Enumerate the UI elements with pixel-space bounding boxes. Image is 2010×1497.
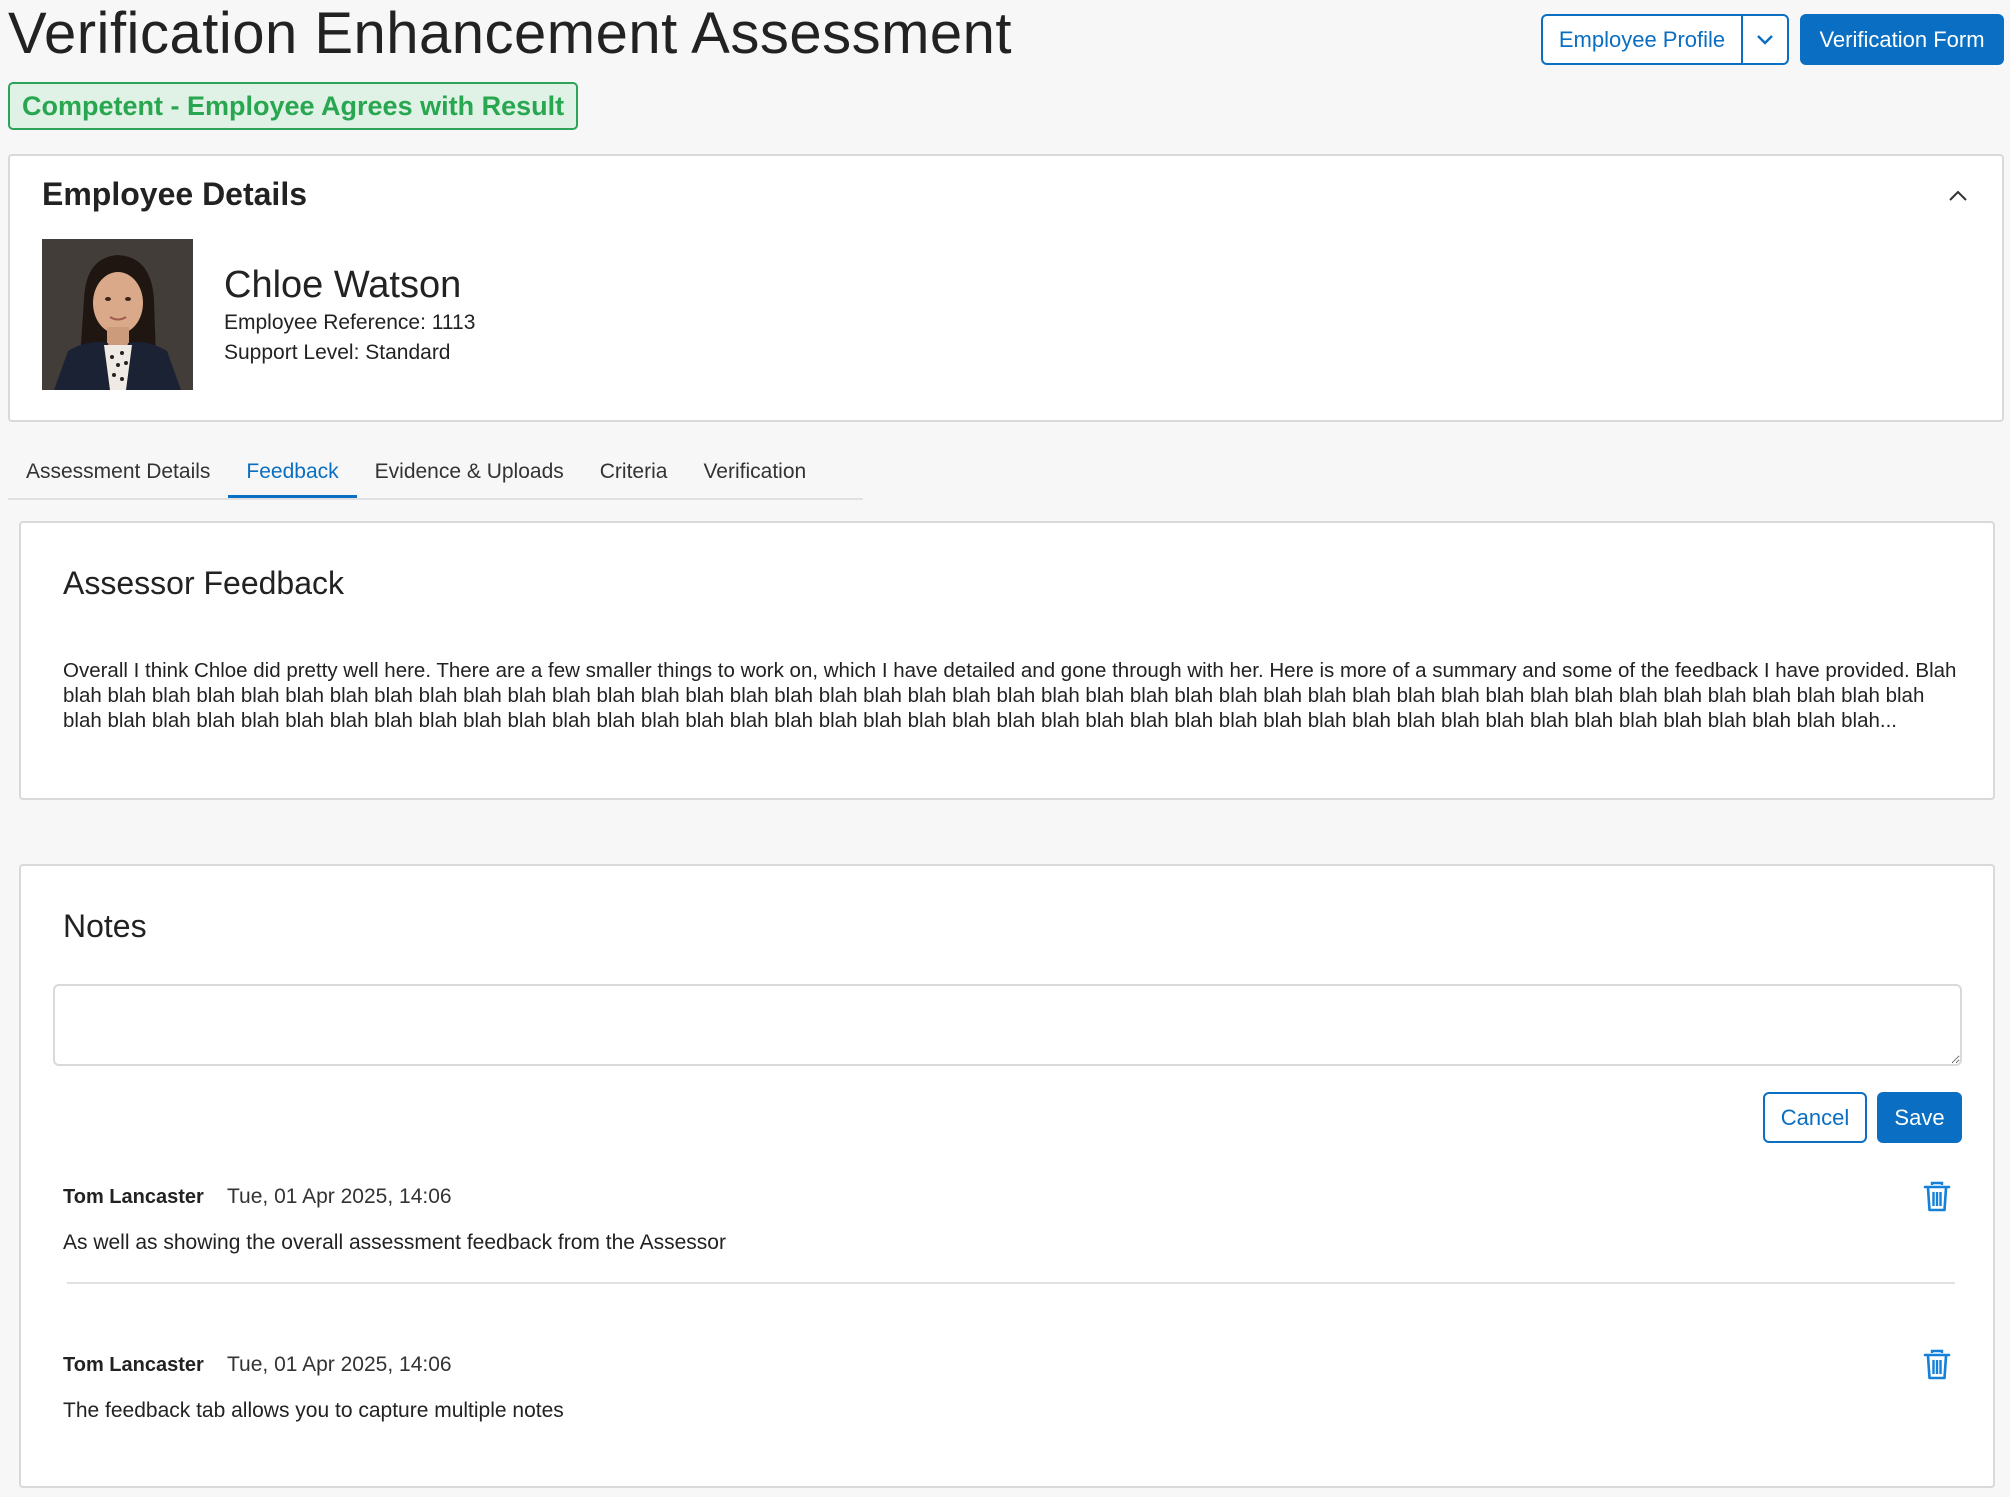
notes-title: Notes	[63, 908, 147, 944]
note-divider	[67, 1282, 1955, 1284]
note-author: Tom Lancaster	[63, 1186, 204, 1208]
cancel-button[interactable]: Cancel	[1763, 1092, 1867, 1143]
employee-reference: Employee Reference: 1113	[224, 311, 476, 334]
save-button[interactable]: Save	[1877, 1092, 1962, 1143]
chevron-down-icon	[1757, 34, 1773, 45]
assessor-feedback-text: Overall I think Chloe did pretty well he…	[63, 659, 1957, 732]
delete-note-button[interactable]	[1921, 1180, 1953, 1214]
notes-input[interactable]	[53, 984, 1962, 1066]
tab-criteria[interactable]: Criteria	[582, 448, 686, 498]
employee-profile-button[interactable]: Employee Profile	[1543, 16, 1743, 63]
employee-name: Chloe Watson	[224, 264, 462, 306]
verification-form-button[interactable]: Verification Form	[1800, 14, 2004, 65]
tab-feedback[interactable]: Feedback	[228, 448, 357, 498]
avatar	[42, 239, 193, 390]
employee-support-level: Support Level: Standard	[224, 341, 451, 364]
collapse-section-button[interactable]	[1944, 182, 1972, 210]
tab-bar: Assessment Details Feedback Evidence & U…	[8, 448, 863, 500]
notes-card: Notes Cancel Save Tom Lancaster Tue, 01 …	[19, 864, 1995, 1488]
employee-details-card: Employee Details Chloe Watson Employee R…	[8, 154, 2004, 422]
trash-icon	[1923, 1349, 1951, 1380]
assessor-feedback-title: Assessor Feedback	[63, 565, 345, 601]
employee-profile-split-button[interactable]: Employee Profile	[1541, 14, 1789, 65]
employee-details-title: Employee Details	[42, 176, 307, 212]
assessor-feedback-card: Assessor Feedback Overall I think Chloe …	[19, 521, 1995, 800]
delete-note-button[interactable]	[1921, 1348, 1953, 1382]
note-timestamp: Tue, 01 Apr 2025, 14:06	[227, 1185, 452, 1208]
tab-evidence-uploads[interactable]: Evidence & Uploads	[357, 448, 582, 498]
note-timestamp: Tue, 01 Apr 2025, 14:06	[227, 1353, 452, 1376]
employee-profile-dropdown-toggle[interactable]	[1743, 16, 1787, 63]
employee-photo	[42, 239, 193, 390]
note-body: As well as showing the overall assessmen…	[63, 1231, 726, 1254]
page-title: Verification Enhancement Assessment	[8, 1, 1013, 66]
note-body: The feedback tab allows you to capture m…	[63, 1399, 564, 1422]
trash-icon	[1923, 1181, 1951, 1212]
note-author: Tom Lancaster	[63, 1354, 204, 1376]
tab-assessment-details[interactable]: Assessment Details	[8, 448, 228, 498]
status-badge: Competent - Employee Agrees with Result	[8, 82, 579, 130]
tab-verification[interactable]: Verification	[685, 448, 824, 498]
chevron-up-icon	[1949, 190, 1967, 201]
